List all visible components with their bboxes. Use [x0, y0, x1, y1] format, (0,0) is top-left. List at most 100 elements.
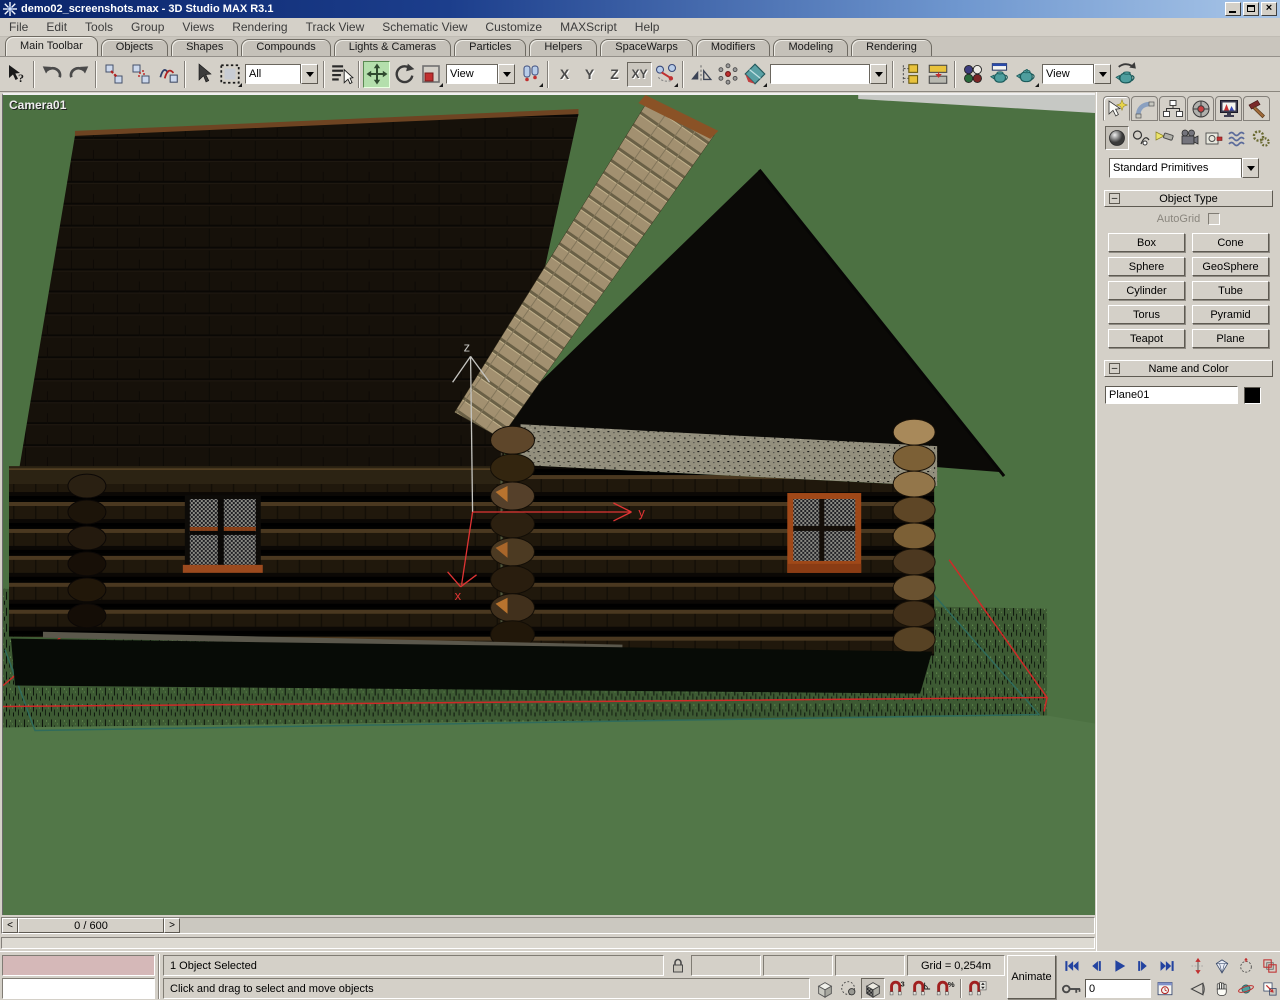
tab-modify-icon[interactable]	[1131, 96, 1158, 121]
maxscript-mini-listener-pink[interactable]	[2, 955, 155, 976]
rollout-collapse-icon[interactable]: –	[1109, 363, 1120, 374]
tab-main-toolbar[interactable]: Main Toolbar	[5, 36, 98, 56]
undo-button[interactable]	[38, 61, 65, 88]
dropdown-arrow-icon[interactable]	[870, 64, 887, 84]
rollout-name-and-color[interactable]: – Name and Color	[1104, 360, 1273, 377]
ik-toggle-icon[interactable]	[652, 61, 679, 88]
title-bar[interactable]: demo02_screenshots.max - 3D Studio MAX R…	[0, 0, 1280, 18]
select-object-button[interactable]	[189, 61, 216, 88]
mirror-button[interactable]	[687, 61, 714, 88]
tab-spacewarps[interactable]: SpaceWarps	[600, 39, 693, 56]
use-pivot-point-center-button[interactable]	[517, 61, 544, 88]
render-type-dropdown[interactable]: View	[1042, 64, 1111, 84]
category-spacewarps-icon[interactable]	[1225, 126, 1249, 150]
bind-to-spacewarp-icon[interactable]	[154, 61, 181, 88]
camera-viewport[interactable]: z y x	[2, 93, 1095, 915]
align-button[interactable]	[741, 61, 768, 88]
object-button-tube[interactable]: Tube	[1192, 281, 1269, 300]
autogrid-checkbox[interactable]	[1208, 213, 1220, 225]
dropdown-arrow-icon[interactable]	[1242, 158, 1259, 178]
zoom-icon[interactable]	[1186, 955, 1210, 976]
quick-render-button[interactable]	[1013, 61, 1040, 88]
menu-schematic-view[interactable]: Schematic View	[373, 20, 476, 34]
angle-snap-icon[interactable]	[909, 978, 933, 999]
tab-display-icon[interactable]	[1215, 96, 1242, 121]
tab-hierarchy-icon[interactable]	[1159, 96, 1186, 121]
arc-rotate-selected-icon[interactable]	[1234, 978, 1258, 999]
object-button-geosphere[interactable]: GeoSphere	[1192, 257, 1269, 276]
object-button-pyramid[interactable]: Pyramid	[1192, 305, 1269, 324]
coordinate-x-field[interactable]	[691, 955, 761, 976]
tab-particles[interactable]: Particles	[454, 39, 526, 56]
reference-coordinate-system-dropdown[interactable]: View	[446, 64, 515, 84]
tab-modifiers[interactable]: Modifiers	[696, 39, 771, 56]
menu-help[interactable]: Help	[626, 20, 669, 34]
unlink-selection-icon[interactable]	[127, 61, 154, 88]
render-last-button[interactable]	[1113, 61, 1140, 88]
tab-modeling[interactable]: Modeling	[773, 39, 848, 56]
menu-views[interactable]: Views	[173, 20, 223, 34]
time-step-forward-button[interactable]: >	[164, 918, 180, 933]
snap-dotted-icon[interactable]	[837, 978, 861, 999]
object-button-sphere[interactable]: Sphere	[1108, 257, 1185, 276]
snap-toggle-3d-icon[interactable]: 3	[885, 978, 909, 999]
arc-rotate-icon[interactable]	[1234, 955, 1258, 976]
primitive-category-dropdown[interactable]: Standard Primitives	[1109, 158, 1270, 178]
object-button-cone[interactable]: Cone	[1192, 233, 1269, 252]
menu-tools[interactable]: Tools	[76, 20, 122, 34]
track-bar[interactable]	[0, 936, 1096, 951]
tab-objects[interactable]: Objects	[101, 39, 168, 56]
time-step-back-button[interactable]: <	[2, 918, 18, 933]
pan-hand-icon[interactable]	[1210, 978, 1234, 999]
zoom-extents-icon[interactable]	[1210, 955, 1234, 976]
category-cameras-icon[interactable]	[1177, 126, 1201, 150]
maxscript-mini-listener-white[interactable]	[2, 978, 155, 999]
coordinate-y-field[interactable]	[763, 955, 833, 976]
named-selection-sets-dropdown[interactable]	[770, 64, 887, 84]
menu-file[interactable]: File	[0, 20, 37, 34]
redo-button[interactable]	[65, 61, 92, 88]
category-shapes-icon[interactable]	[1129, 126, 1153, 150]
selection-filter-dropdown[interactable]: All	[245, 64, 318, 84]
field-of-view-icon[interactable]	[1186, 978, 1210, 999]
menu-rendering[interactable]: Rendering	[223, 20, 296, 34]
menu-edit[interactable]: Edit	[37, 20, 76, 34]
select-by-name-button[interactable]	[328, 61, 355, 88]
play-icon[interactable]	[1107, 955, 1131, 976]
category-lights-icon[interactable]	[1153, 126, 1177, 150]
goto-end-icon[interactable]	[1155, 955, 1179, 976]
category-systems-icon[interactable]	[1249, 126, 1273, 150]
object-button-box[interactable]: Box	[1108, 233, 1185, 252]
animate-button[interactable]: Animate	[1007, 955, 1056, 999]
open-track-view-button[interactable]	[897, 61, 924, 88]
viewport-camera-label[interactable]: Camera01	[9, 98, 66, 112]
close-button[interactable]: ×	[1261, 2, 1277, 16]
tab-create-icon[interactable]	[1103, 96, 1130, 121]
object-button-cylinder[interactable]: Cylinder	[1108, 281, 1185, 300]
tab-compounds[interactable]: Compounds	[241, 39, 330, 56]
help-mode-icon[interactable]: ?	[3, 61, 30, 88]
tab-rendering[interactable]: Rendering	[851, 39, 932, 56]
selection-lock-icon[interactable]	[667, 955, 689, 976]
tab-motion-icon[interactable]	[1187, 96, 1214, 121]
category-helpers-icon[interactable]	[1201, 126, 1225, 150]
tab-shapes[interactable]: Shapes	[171, 39, 238, 56]
spinner-snap-icon[interactable]	[965, 978, 989, 999]
zoom-extents-all-icon[interactable]	[1258, 955, 1280, 976]
menu-maxscript[interactable]: MAXScript	[551, 20, 626, 34]
render-scene-button[interactable]	[986, 61, 1013, 88]
menu-group[interactable]: Group	[122, 20, 173, 34]
time-slider-handle[interactable]: 0 / 600	[18, 918, 164, 933]
menu-track-view[interactable]: Track View	[297, 20, 374, 34]
category-geometry-icon[interactable]	[1105, 126, 1129, 150]
dropdown-arrow-icon[interactable]	[498, 64, 515, 84]
select-and-scale-button[interactable]	[417, 61, 444, 88]
restrict-to-y-button[interactable]: Y	[577, 62, 602, 87]
object-button-plane[interactable]: Plane	[1192, 329, 1269, 348]
rollout-object-type[interactable]: – Object Type	[1104, 190, 1273, 207]
next-frame-icon[interactable]	[1131, 955, 1155, 976]
material-editor-button[interactable]	[959, 61, 986, 88]
coordinate-z-field[interactable]	[835, 955, 905, 976]
select-and-rotate-button[interactable]	[390, 61, 417, 88]
restrict-to-x-button[interactable]: X	[552, 62, 577, 87]
